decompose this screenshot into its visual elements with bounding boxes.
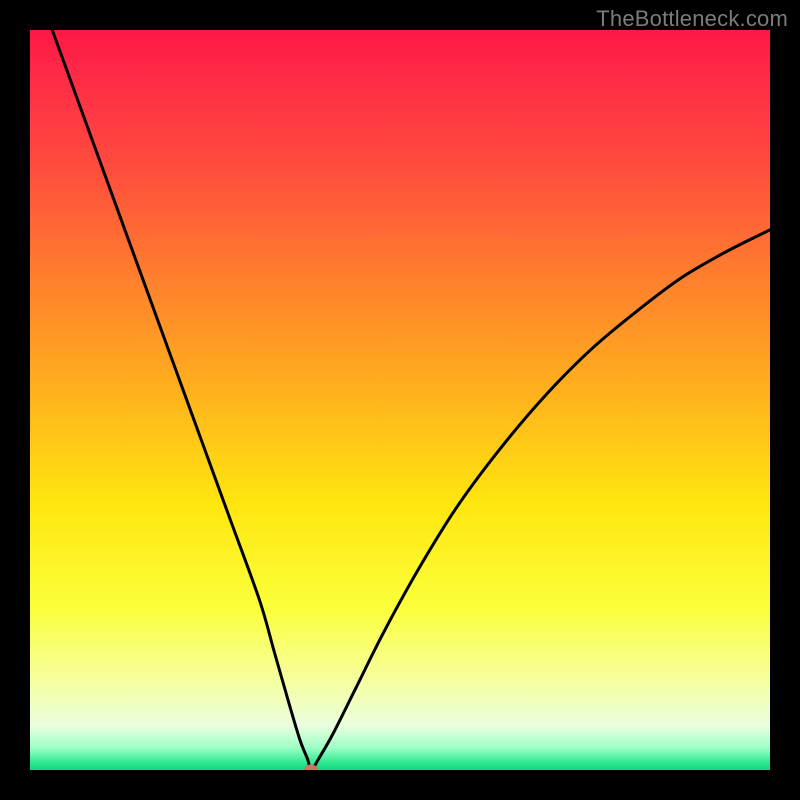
- chart-plot-area: [30, 30, 770, 770]
- chart-frame: TheBottleneck.com: [0, 0, 800, 800]
- watermark-text: TheBottleneck.com: [596, 6, 788, 32]
- curve-svg: [30, 30, 770, 770]
- bottleneck-curve-path: [52, 30, 770, 770]
- optimum-marker: [304, 765, 318, 771]
